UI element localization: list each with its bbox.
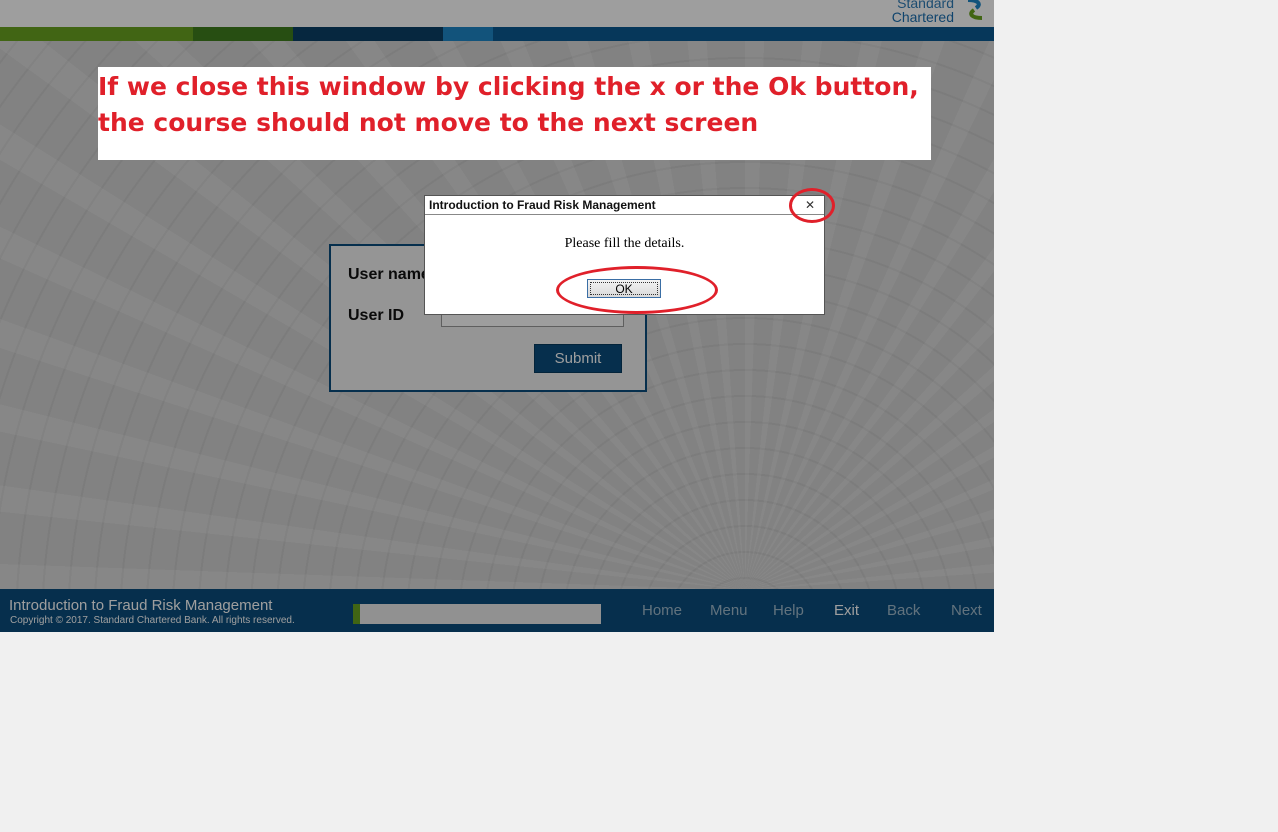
dialog-title: Introduction to Fraud Risk Management [425,196,824,215]
annotation-text: If we close this window by clicking the … [98,72,919,137]
dialog-message: Please fill the details. [564,236,685,251]
annotation-callout: If we close this window by clicking the … [98,67,931,160]
annotation-ring-close [789,188,835,223]
annotation-ring-ok [556,266,718,314]
